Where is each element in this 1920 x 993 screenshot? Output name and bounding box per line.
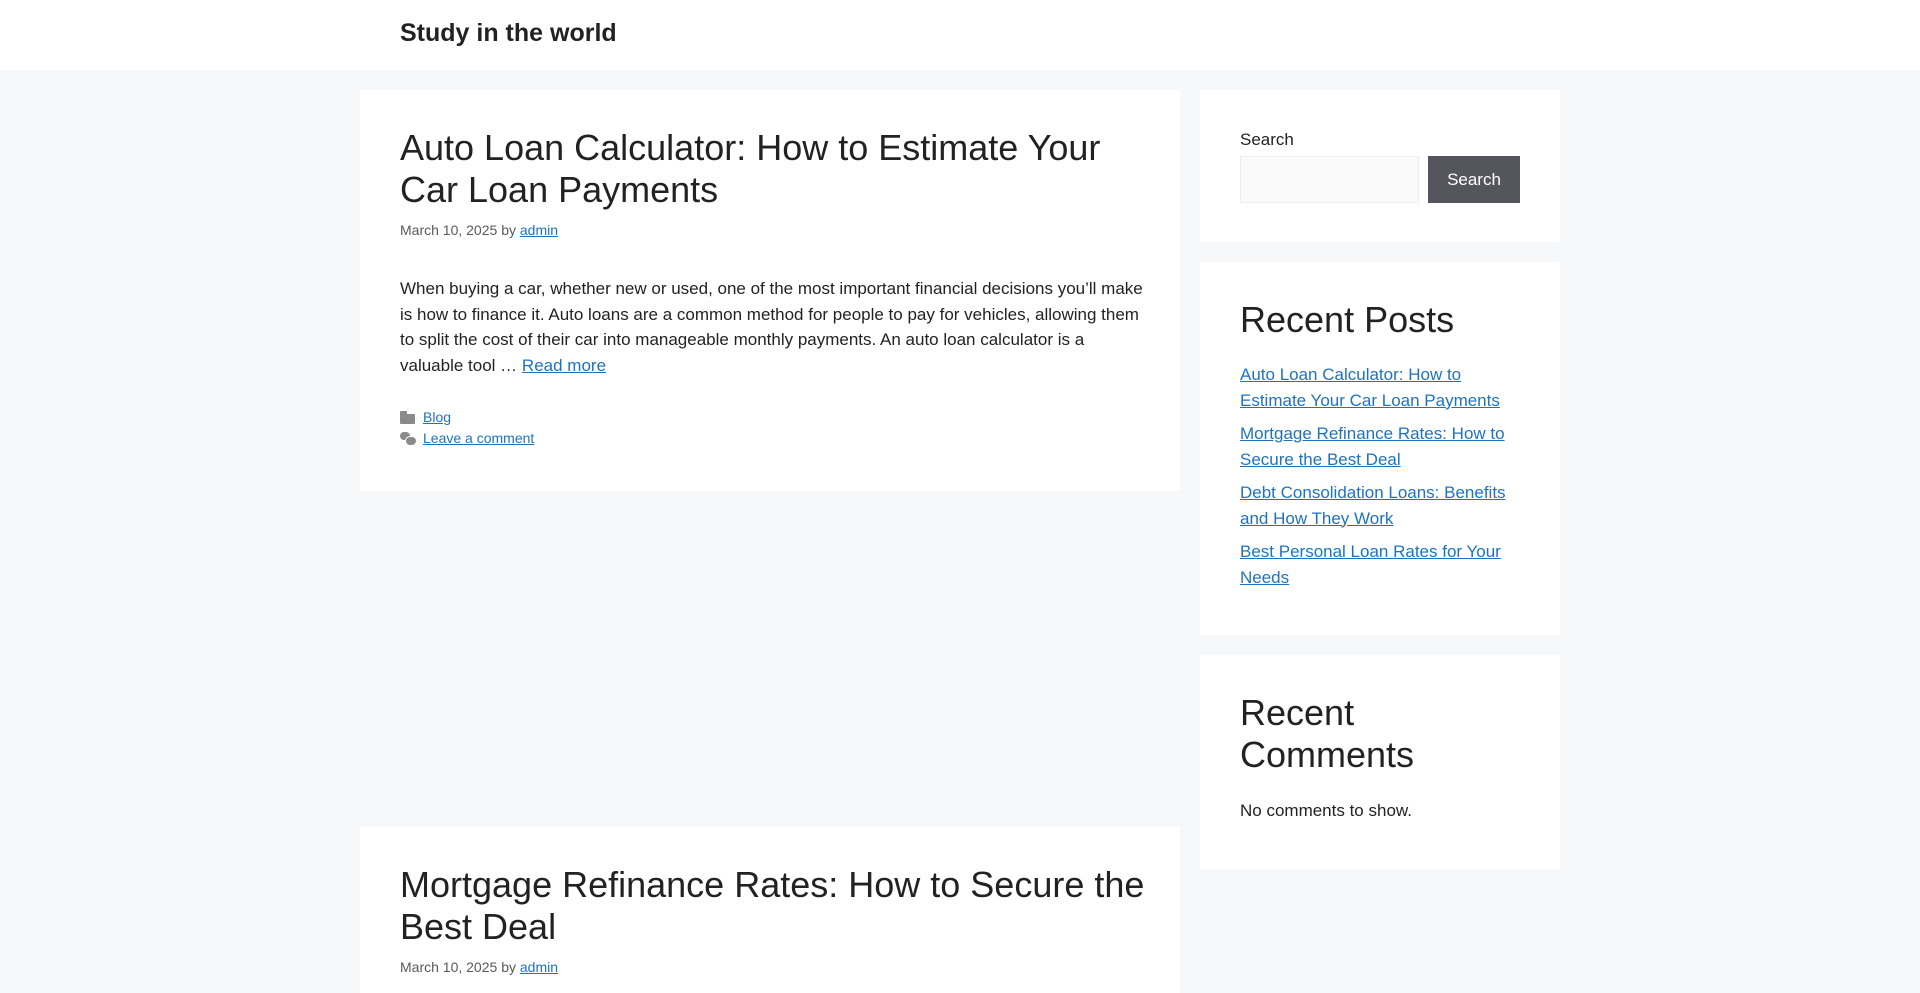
list-item: Auto Loan Calculator: How to Estimate Yo… bbox=[1240, 362, 1530, 413]
post-by-label: by bbox=[501, 959, 516, 975]
recent-post-link[interactable]: Best Personal Loan Rates for Your Needs bbox=[1240, 542, 1501, 587]
search-label: Search bbox=[1240, 130, 1294, 149]
post-category-row: Blog bbox=[400, 407, 534, 428]
read-more-link[interactable]: Read more bbox=[522, 356, 606, 375]
recent-post-link[interactable]: Mortgage Refinance Rates: How to Secure … bbox=[1240, 424, 1505, 469]
post-title-link[interactable]: Mortgage Refinance Rates: How to Secure … bbox=[400, 864, 1144, 947]
recent-post-link[interactable]: Auto Loan Calculator: How to Estimate Yo… bbox=[1240, 365, 1500, 410]
search-widget: Search Search bbox=[1200, 90, 1560, 242]
site-header: Study in the world bbox=[0, 0, 1920, 70]
leave-comment-link[interactable]: Leave a comment bbox=[423, 428, 534, 449]
site-title[interactable]: Study in the world bbox=[400, 19, 617, 48]
post-card: Mortgage Refinance Rates: How to Secure … bbox=[360, 827, 1180, 993]
post-excerpt-text: When buying a car, whether new or used, … bbox=[400, 279, 1143, 375]
list-item: Best Personal Loan Rates for Your Needs bbox=[1240, 539, 1530, 590]
recent-posts-widget: Recent Posts Auto Loan Calculator: How t… bbox=[1200, 262, 1560, 635]
post-footer-meta: Blog Leave a comment bbox=[400, 407, 534, 449]
no-comments-text: No comments to show. bbox=[1240, 801, 1412, 820]
post-excerpt: When buying a car, whether new or used, … bbox=[400, 276, 1145, 378]
recent-comments-heading: Recent Comments bbox=[1240, 692, 1415, 775]
post-title[interactable]: Mortgage Refinance Rates: How to Secure … bbox=[400, 864, 1150, 948]
post-comment-row: Leave a comment bbox=[400, 428, 534, 449]
post-by-label: by bbox=[501, 222, 516, 238]
category-link[interactable]: Blog bbox=[423, 407, 451, 428]
post-title-link[interactable]: Auto Loan Calculator: How to Estimate Yo… bbox=[400, 127, 1100, 210]
search-input[interactable] bbox=[1240, 156, 1419, 203]
recent-posts-list: Auto Loan Calculator: How to Estimate Yo… bbox=[1240, 362, 1530, 598]
folder-icon bbox=[400, 411, 415, 424]
post-title[interactable]: Auto Loan Calculator: How to Estimate Yo… bbox=[400, 127, 1150, 211]
post-author-link[interactable]: admin bbox=[520, 959, 558, 975]
recent-comments-widget: Recent Comments No comments to show. bbox=[1200, 655, 1560, 869]
list-item: Debt Consolidation Loans: Benefits and H… bbox=[1240, 480, 1530, 531]
post-meta: March 10, 2025 by admin bbox=[400, 959, 558, 975]
post-date: March 10, 2025 bbox=[400, 959, 498, 975]
recent-post-link[interactable]: Debt Consolidation Loans: Benefits and H… bbox=[1240, 483, 1506, 528]
recent-posts-heading: Recent Posts bbox=[1240, 299, 1455, 340]
list-item: Mortgage Refinance Rates: How to Secure … bbox=[1240, 421, 1530, 472]
comment-icon bbox=[400, 432, 417, 446]
post-meta: March 10, 2025 by admin bbox=[400, 222, 558, 238]
post-author-link[interactable]: admin bbox=[520, 222, 558, 238]
search-button[interactable]: Search bbox=[1428, 156, 1520, 203]
post-date: March 10, 2025 bbox=[400, 222, 498, 238]
post-card: Auto Loan Calculator: How to Estimate Yo… bbox=[360, 90, 1180, 491]
